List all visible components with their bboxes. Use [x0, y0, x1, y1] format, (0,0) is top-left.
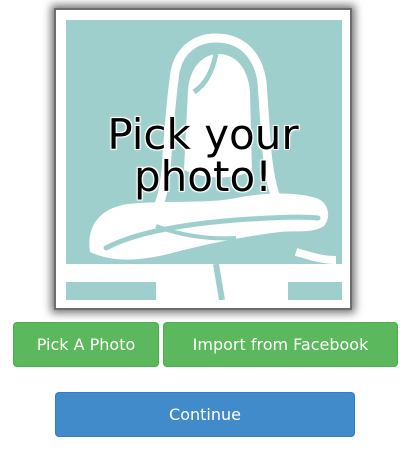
photo-picker-screen: Pick your photo! Pick A Photo Import fro…	[0, 0, 409, 453]
silhouette-placeholder-icon	[66, 20, 342, 300]
photo-frame[interactable]: Pick your photo!	[54, 8, 352, 310]
pick-a-photo-button[interactable]: Pick A Photo	[13, 322, 159, 367]
import-from-facebook-button[interactable]: Import from Facebook	[163, 322, 398, 367]
continue-button[interactable]: Continue	[55, 392, 355, 437]
